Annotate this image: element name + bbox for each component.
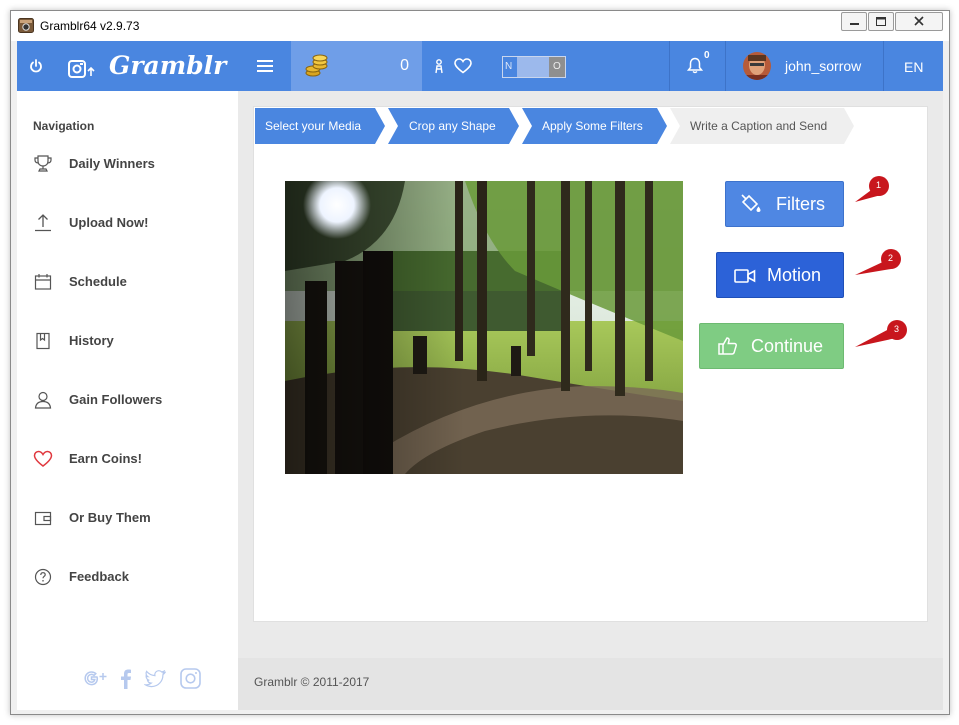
filters-button[interactable]: Filters: [725, 181, 844, 227]
callout-pin-icon: [855, 320, 907, 347]
wallet-icon: [34, 511, 52, 526]
sidebar-item-earn-coins[interactable]: Earn Coins!: [17, 439, 238, 479]
minimize-icon: [850, 23, 859, 25]
step-label: Apply Some Filters: [542, 119, 643, 133]
motion-label: Motion: [767, 265, 822, 285]
trophy-icon: [34, 155, 52, 172]
google-plus-icon[interactable]: [84, 668, 108, 690]
callout-marker-3: 3: [854, 319, 910, 351]
sidebar-item-upload-now[interactable]: Upload Now!: [17, 203, 238, 243]
app-logo-icon: [18, 18, 34, 33]
topbar-divider-3: [883, 41, 884, 91]
photo-preview[interactable]: [285, 181, 683, 474]
upload-icon: [35, 214, 51, 232]
top-bar: Gramblr 0 N O 0 john_sorrow EN: [17, 41, 943, 91]
sidebar-heading: Navigation: [33, 119, 95, 133]
sidebar-item-gain-followers[interactable]: Gain Followers: [17, 380, 238, 420]
coins-count: 0: [400, 57, 409, 74]
sidebar-item-label: Upload Now!: [69, 215, 149, 230]
minimize-button[interactable]: [841, 12, 867, 31]
language-selector[interactable]: EN: [904, 59, 923, 75]
compose-panel: Select your Media Crop any Shape Apply S…: [253, 106, 928, 622]
avatar[interactable]: [742, 51, 772, 81]
app-window: Gramblr64 v2.9.73 Gramblr 0 N O 0 john_s…: [10, 10, 950, 715]
title-bar: Gramblr64 v2.9.73: [11, 11, 949, 41]
sidebar-item-history[interactable]: History: [17, 321, 238, 361]
filters-label: Filters: [776, 194, 825, 214]
callout-marker-2: 2: [854, 247, 906, 283]
step-label: Crop any Shape: [409, 119, 496, 133]
sidebar-item-label: Schedule: [69, 274, 127, 289]
sidebar: Navigation Daily Winners Upload Now! Sch…: [17, 91, 238, 710]
footer: Gramblr © 2011-2017: [238, 658, 943, 710]
close-window-button[interactable]: [895, 12, 943, 31]
toggle-label-left: N: [505, 61, 513, 72]
step-label: Select your Media: [265, 119, 362, 133]
sidebar-item-feedback[interactable]: Feedback: [17, 557, 238, 597]
callout-marker-1: 1: [854, 174, 894, 208]
callout-number: 3: [894, 324, 900, 334]
restore-icon: [876, 17, 886, 26]
brand-logo-text: Gramblr: [109, 51, 227, 80]
callout-pin-icon: [855, 176, 889, 202]
step-crop-shape[interactable]: Crop any Shape: [388, 108, 519, 144]
calendar-icon: [34, 274, 52, 290]
user-icon: [34, 391, 52, 409]
sidebar-item-label: Daily Winners: [69, 156, 155, 171]
person-icon[interactable]: [433, 59, 445, 74]
sidebar-item-label: Gain Followers: [69, 392, 163, 407]
username[interactable]: john_sorrow: [785, 58, 861, 74]
mode-toggle-switch[interactable]: N O: [502, 56, 566, 78]
step-select-media[interactable]: Select your Media: [255, 108, 385, 144]
window-title: Gramblr64 v2.9.73: [40, 19, 140, 33]
sidebar-item-or-buy-them[interactable]: Or Buy Them: [17, 498, 238, 538]
bell-icon[interactable]: [687, 57, 703, 74]
video-camera-icon: [734, 269, 756, 283]
continue-label: Continue: [751, 336, 824, 356]
sidebar-item-schedule[interactable]: Schedule: [17, 262, 238, 302]
instagram-icon[interactable]: [180, 668, 201, 689]
callout-number: 1: [876, 180, 882, 190]
hamburger-menu-icon[interactable]: [257, 59, 273, 73]
bookmark-icon: [36, 332, 50, 350]
sidebar-item-label: Earn Coins!: [69, 451, 142, 466]
power-icon[interactable]: [29, 59, 43, 73]
instagram-upload-icon[interactable]: [68, 60, 98, 78]
footer-copyright: Gramblr © 2011-2017: [254, 675, 370, 689]
paint-bucket-icon: [741, 194, 761, 212]
topbar-divider-2: [725, 41, 726, 91]
sidebar-item-label: Feedback: [69, 569, 129, 584]
close-icon: [914, 16, 924, 26]
heart-outline-icon[interactable]: [454, 58, 472, 74]
sidebar-item-label: History: [69, 333, 114, 348]
facebook-icon[interactable]: [119, 668, 133, 690]
sidebar-item-daily-winners[interactable]: Daily Winners: [17, 144, 238, 184]
topbar-divider: [669, 41, 670, 91]
main-content: Select your Media Crop any Shape Apply S…: [238, 91, 943, 658]
callout-pin-icon: [855, 249, 901, 275]
sidebar-item-label: Or Buy Them: [69, 510, 151, 525]
toggle-label-right: O: [553, 61, 561, 72]
heart-icon: [33, 450, 53, 467]
continue-button[interactable]: Continue: [699, 323, 844, 369]
step-write-caption[interactable]: Write a Caption and Send: [670, 108, 854, 144]
notifications-count: 0: [704, 50, 710, 61]
maximize-button[interactable]: [868, 12, 894, 31]
callout-number: 2: [888, 253, 894, 263]
thumbs-up-icon: [718, 337, 737, 355]
motion-button[interactable]: Motion: [716, 252, 844, 298]
step-apply-filters[interactable]: Apply Some Filters: [522, 108, 667, 144]
coin-stack-icon: [305, 54, 328, 77]
app-client-area: Gramblr 0 N O 0 john_sorrow EN Navigatio…: [17, 41, 943, 710]
coins-balance: 0: [291, 41, 422, 91]
twitter-icon[interactable]: [144, 670, 166, 688]
step-label: Write a Caption and Send: [690, 119, 828, 133]
help-icon: [34, 568, 52, 586]
